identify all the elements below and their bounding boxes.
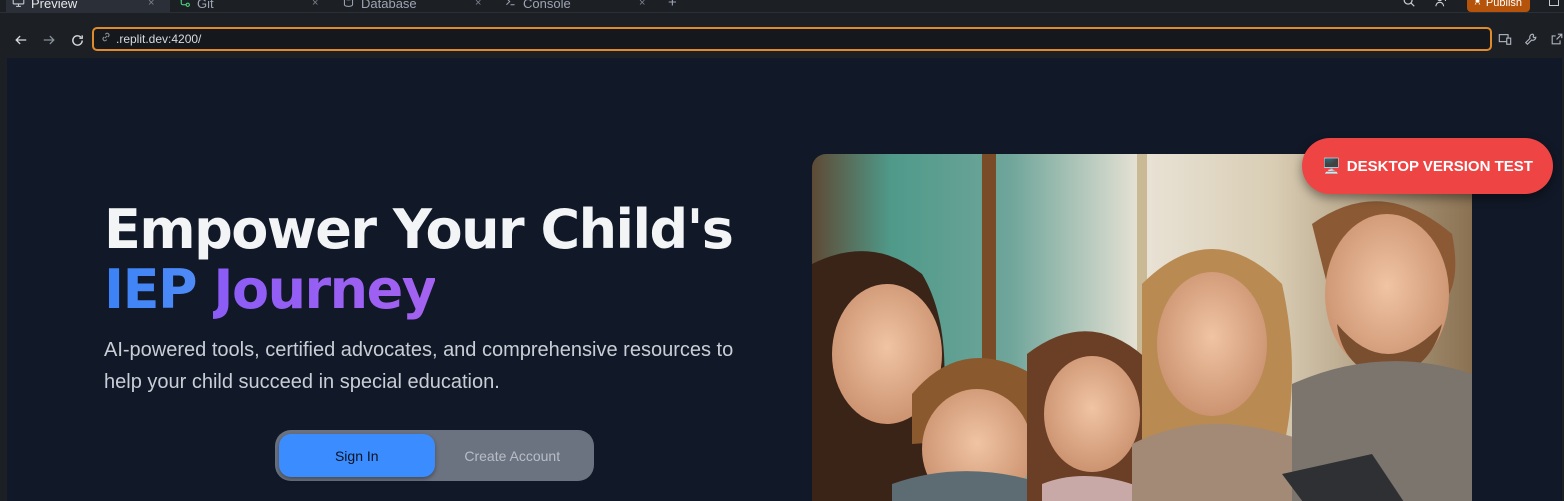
forward-arrow-icon[interactable] [40, 31, 58, 49]
hero-title-line1: Empower Your Child's [104, 198, 734, 261]
reload-icon[interactable] [68, 31, 86, 49]
database-icon [342, 0, 355, 11]
close-icon[interactable]: × [148, 0, 154, 9]
link-icon [100, 30, 116, 48]
url-bar[interactable] [92, 27, 1492, 51]
create-account-button[interactable]: Create Account [435, 434, 591, 477]
back-arrow-icon[interactable] [12, 31, 30, 49]
tab-label: Preview [31, 0, 78, 11]
add-tab-button[interactable]: + [668, 0, 677, 11]
tab-console[interactable]: Console × [504, 0, 654, 12]
ide-tab-bar: Preview × Git × Database × Console × + P… [0, 0, 1564, 12]
hero-title-journey: Journey [213, 258, 437, 321]
preview-page: Empower Your Child's IEP Journey AI-powe… [7, 58, 1564, 501]
sign-in-button[interactable]: Sign In [279, 434, 435, 477]
publish-label: Publish [1485, 0, 1522, 9]
tab-preview[interactable]: Preview × [6, 0, 170, 12]
panel-icon[interactable] [1548, 0, 1560, 12]
url-input[interactable] [116, 32, 1437, 46]
monitor-icon: 🖥️ [1322, 158, 1341, 175]
git-icon [178, 0, 191, 11]
invite-user-icon[interactable] [1434, 0, 1449, 12]
auth-toggle: Sign In Create Account [275, 430, 594, 481]
tab-git[interactable]: Git × [178, 0, 328, 12]
hero-title-iep: IEP [104, 258, 198, 321]
terminal-icon [504, 0, 517, 11]
close-icon[interactable]: × [312, 0, 318, 9]
desktop-version-badge: 🖥️ DESKTOP VERSION TEST [1302, 138, 1553, 194]
preview-nav-bar [0, 12, 1564, 59]
close-icon[interactable]: × [475, 0, 481, 9]
monitor-icon [12, 0, 25, 11]
close-icon[interactable]: × [639, 0, 645, 9]
publish-button[interactable]: Publish [1466, 0, 1530, 12]
hero-title: Empower Your Child's IEP Journey [104, 198, 734, 320]
tab-label: Console [523, 0, 571, 11]
search-icon[interactable] [1402, 0, 1416, 12]
hero-subtitle: AI-powered tools, certified advocates, a… [104, 339, 734, 393]
top-right-actions: Publish [1402, 0, 1564, 12]
tab-label: Git [197, 0, 214, 11]
tab-database[interactable]: Database × [342, 0, 492, 12]
external-link-icon[interactable] [1550, 32, 1564, 51]
rocket-icon [1473, 0, 1482, 9]
wrench-icon[interactable] [1524, 32, 1538, 51]
frame-border [0, 58, 7, 501]
devices-icon[interactable] [1498, 32, 1512, 51]
badge-label: DESKTOP VERSION TEST [1346, 157, 1533, 175]
hero-title-line2: IEP Journey [104, 260, 732, 320]
family-hero-image [812, 154, 1472, 501]
nav-tools [1498, 32, 1564, 51]
tab-label: Database [361, 0, 417, 11]
